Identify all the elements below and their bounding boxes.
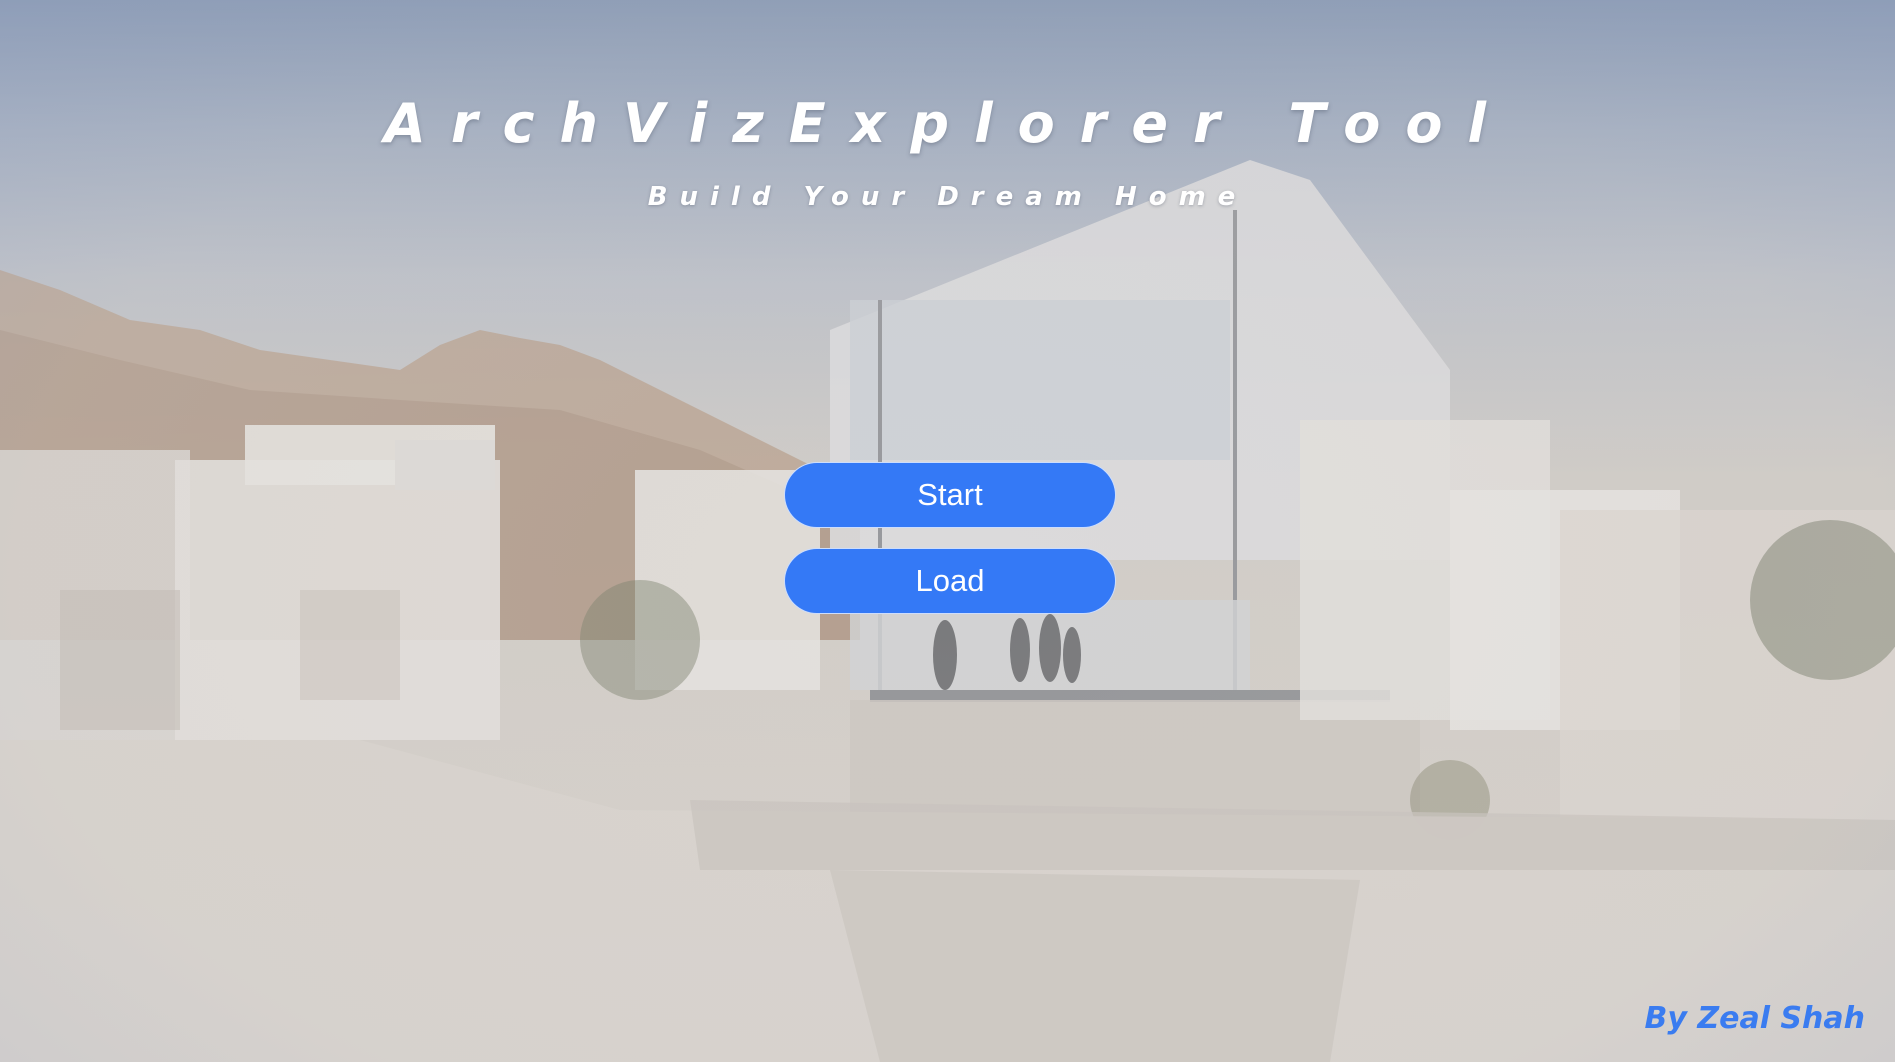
app-title: ArchVizExplorer Tool	[384, 92, 1511, 155]
app-subtitle: Build Your Dream Home	[647, 182, 1248, 212]
background-image	[0, 0, 1895, 1062]
load-button[interactable]: Load	[784, 548, 1116, 614]
author-credit: By Zeal Shah	[1644, 1001, 1865, 1036]
start-button[interactable]: Start	[784, 462, 1116, 528]
